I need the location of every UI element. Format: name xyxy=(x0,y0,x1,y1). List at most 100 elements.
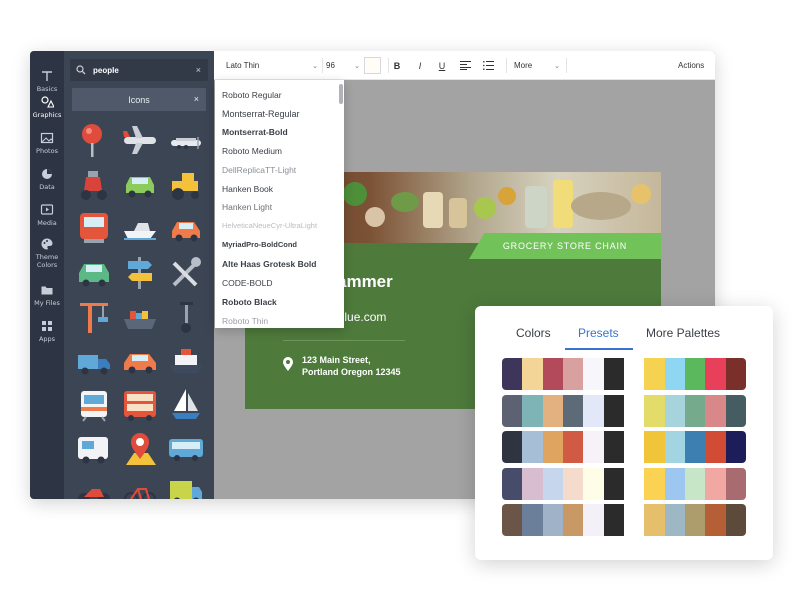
color-swatch[interactable] xyxy=(644,431,665,463)
tab-colors[interactable]: Colors xyxy=(516,326,551,340)
segway-icon[interactable] xyxy=(168,297,204,337)
color-swatch[interactable] xyxy=(502,504,523,536)
sailboat-icon[interactable] xyxy=(168,385,204,425)
color-swatch[interactable] xyxy=(562,468,584,500)
color-swatch[interactable] xyxy=(725,431,746,463)
color-swatch[interactable] xyxy=(542,468,563,500)
propeller-plane-icon[interactable] xyxy=(168,121,204,161)
rail-media[interactable]: Media xyxy=(30,201,64,235)
airplane-icon[interactable] xyxy=(122,121,158,161)
color-swatch[interactable] xyxy=(603,431,624,463)
clear-search-button[interactable]: × xyxy=(196,65,201,75)
rail-apps[interactable]: Apps xyxy=(30,317,64,351)
suv-icon[interactable] xyxy=(76,253,112,293)
bold-button[interactable]: B xyxy=(388,51,406,80)
color-swatch[interactable] xyxy=(542,358,563,390)
color-swatch[interactable] xyxy=(684,395,706,427)
color-swatch[interactable] xyxy=(705,504,726,536)
color-swatch[interactable] xyxy=(603,358,624,390)
font-option[interactable]: Montserrat-Bold xyxy=(222,127,288,137)
color-swatch[interactable] xyxy=(542,504,563,536)
color-swatch[interactable] xyxy=(664,468,685,500)
color-swatch[interactable] xyxy=(603,468,624,500)
hatchback-icon[interactable] xyxy=(168,209,204,249)
color-swatch[interactable] xyxy=(583,395,604,427)
color-swatch[interactable] xyxy=(502,395,523,427)
color-swatch[interactable] xyxy=(644,358,665,390)
tab-more-palettes[interactable]: More Palettes xyxy=(646,326,720,340)
font-option[interactable]: Roboto Medium xyxy=(222,146,282,156)
color-swatch[interactable] xyxy=(644,468,665,500)
font-option[interactable]: Hanken Book xyxy=(222,184,273,194)
tab-presets[interactable]: Presets xyxy=(578,326,619,340)
underline-button[interactable]: U xyxy=(433,51,451,80)
preset-palette[interactable] xyxy=(502,358,746,390)
font-option[interactable]: Roboto Black xyxy=(222,297,277,307)
card-address[interactable]: 123 Main Street, Portland Oregon 12345 xyxy=(302,354,401,378)
bus-icon[interactable] xyxy=(168,429,204,469)
color-swatch[interactable] xyxy=(725,395,746,427)
color-swatch[interactable] xyxy=(522,358,543,390)
text-color-swatch[interactable] xyxy=(364,57,381,74)
preset-palette[interactable] xyxy=(502,504,746,536)
filter-chip-icons[interactable]: Icons × xyxy=(72,88,206,111)
sedan-icon[interactable] xyxy=(122,341,158,381)
color-swatch[interactable] xyxy=(664,395,685,427)
color-swatch[interactable] xyxy=(684,431,706,463)
preset-palette[interactable] xyxy=(502,468,746,500)
color-swatch[interactable] xyxy=(623,358,645,390)
rail-data[interactable]: Data xyxy=(30,165,64,199)
camper-icon[interactable] xyxy=(76,429,112,469)
color-swatch[interactable] xyxy=(522,504,543,536)
color-swatch[interactable] xyxy=(684,468,706,500)
color-swatch[interactable] xyxy=(623,431,645,463)
italic-button[interactable]: I xyxy=(411,51,429,80)
ferry-icon[interactable] xyxy=(168,341,204,381)
dropdown-scrollbar[interactable] xyxy=(339,84,343,104)
font-option[interactable]: Roboto Regular xyxy=(222,90,282,100)
font-option[interactable]: MyriadPro-BoldCond xyxy=(222,240,297,249)
card-name-text[interactable]: ammer xyxy=(337,272,393,292)
font-option[interactable]: Montserrat-Regular xyxy=(222,109,300,119)
color-swatch[interactable] xyxy=(522,468,543,500)
map-pin-icon[interactable] xyxy=(122,429,158,469)
scooter-icon[interactable] xyxy=(76,165,112,205)
rail-my-files[interactable]: My Files xyxy=(30,281,64,315)
color-swatch[interactable] xyxy=(644,504,665,536)
color-swatch[interactable] xyxy=(623,504,645,536)
font-option[interactable]: Roboto Thin xyxy=(222,316,268,326)
font-option[interactable]: DellReplicaTT-Light xyxy=(222,165,296,175)
font-option[interactable]: CODE-BOLD xyxy=(222,278,273,288)
color-swatch[interactable] xyxy=(583,468,604,500)
rail-graphics[interactable]: Graphics xyxy=(30,93,64,127)
color-swatch[interactable] xyxy=(664,431,685,463)
more-menu-button[interactable]: More ⌄ xyxy=(514,51,560,80)
font-option[interactable]: HelveticaNeueCyr-UltraLight xyxy=(222,221,317,230)
color-swatch[interactable] xyxy=(664,504,685,536)
bullet-list-button[interactable] xyxy=(479,51,497,80)
actions-button[interactable]: Actions xyxy=(678,51,704,80)
color-swatch[interactable] xyxy=(623,468,645,500)
color-swatch[interactable] xyxy=(644,395,665,427)
speedboat-icon[interactable] xyxy=(122,209,158,249)
remove-filter-button[interactable]: × xyxy=(194,94,199,104)
color-swatch[interactable] xyxy=(725,504,746,536)
color-swatch[interactable] xyxy=(705,468,726,500)
color-swatch[interactable] xyxy=(583,358,604,390)
tram-icon[interactable] xyxy=(76,385,112,425)
search-box[interactable]: people × xyxy=(70,59,208,81)
signpost-icon[interactable] xyxy=(122,253,158,293)
color-swatch[interactable] xyxy=(664,358,685,390)
car-icon[interactable] xyxy=(122,165,158,205)
align-left-button[interactable] xyxy=(456,51,474,80)
color-swatch[interactable] xyxy=(583,431,604,463)
preset-palette[interactable] xyxy=(502,431,746,463)
color-swatch[interactable] xyxy=(562,504,584,536)
preset-palette[interactable] xyxy=(502,395,746,427)
color-swatch[interactable] xyxy=(603,395,624,427)
color-swatch[interactable] xyxy=(725,358,746,390)
color-swatch[interactable] xyxy=(522,395,543,427)
color-swatch[interactable] xyxy=(562,431,584,463)
color-swatch[interactable] xyxy=(502,431,523,463)
train-icon[interactable] xyxy=(76,209,112,249)
